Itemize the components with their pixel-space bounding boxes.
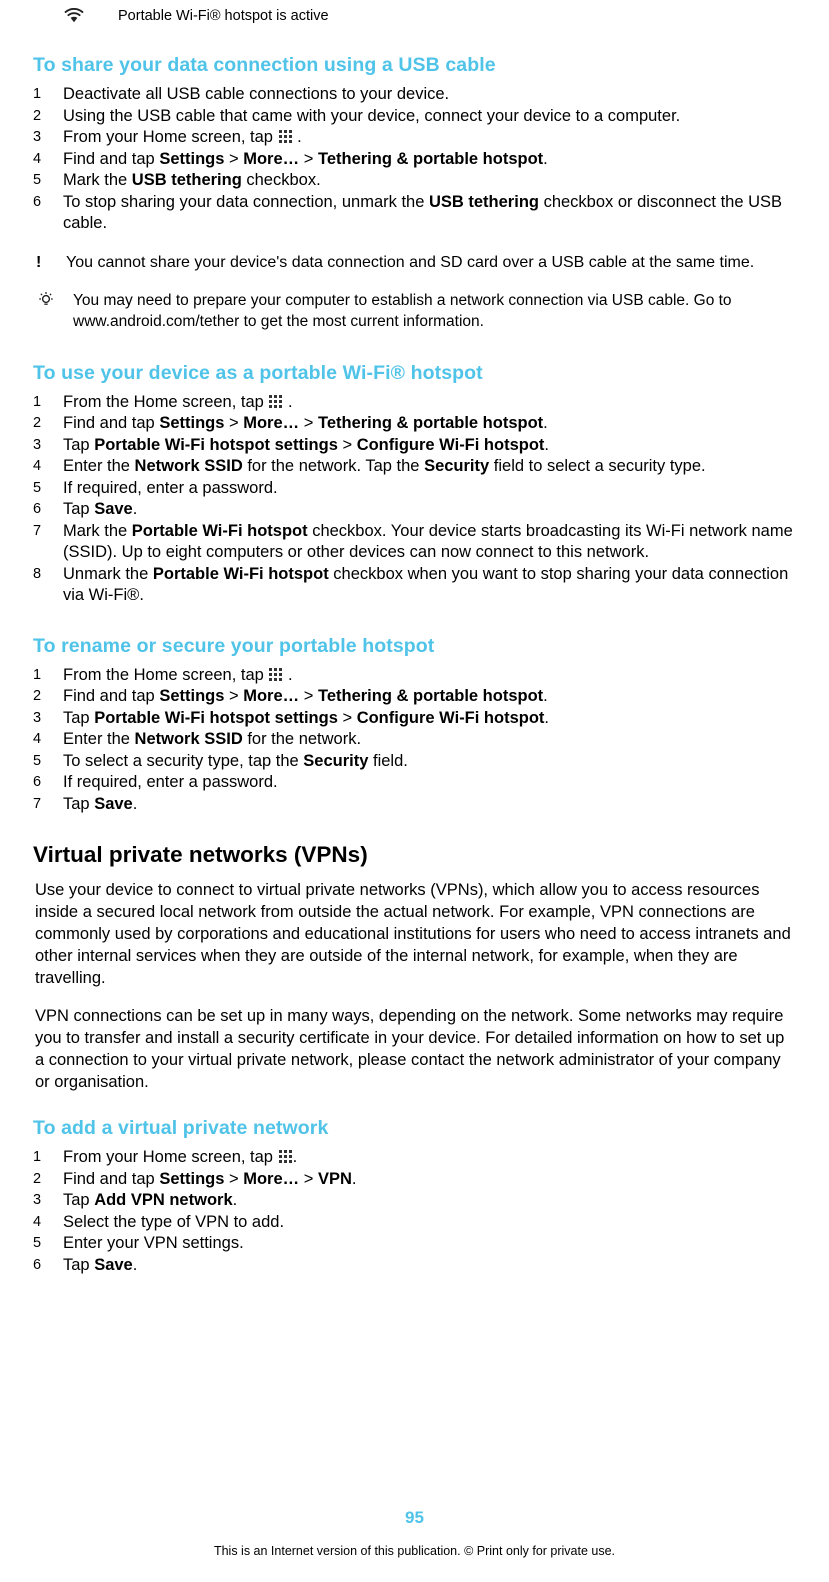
list-item: Tap Save. [33,1255,138,1276]
step-text: Select the type of VPN to add. [63,1212,285,1231]
list-item: Find and tap Settings > More… > Tetherin… [33,413,548,434]
list-item: Tap Save. [33,499,138,520]
list-item: Enter the Network SSID for the network. [33,729,362,750]
lightbulb-icon [33,291,59,309]
vpn-section-title: Virtual private networks (VPNs) [33,842,796,868]
step-text: If required, enter a password. [63,773,278,791]
paragraph: VPN connections can be set up in many wa… [35,1007,785,1091]
tip-text: You may need to prepare your computer to… [73,291,732,330]
paragraph: Use your device to connect to virtual pr… [35,881,791,987]
list-item: If required, enter a password. [33,772,796,794]
step-text: Enter your VPN settings. [63,1234,244,1252]
list-item: From your Home screen, tap . [33,1147,298,1168]
status-bar-text: Portable Wi-Fi® hotspot is active [118,8,329,24]
apps-grid-icon [278,1150,292,1163]
heading-text: To add a virtual private network [33,1117,329,1139]
list-item: Tap Portable Wi-Fi hotspot settings > Co… [33,708,550,729]
list-item: Find and tap Settings > More… > Tetherin… [33,149,548,170]
page-number: 95 [405,1508,424,1527]
list-item: From the Home screen, tap . [33,665,293,686]
list-item: Enter your VPN settings. [33,1233,796,1255]
section-heading-portable-hotspot: To use your device as a portable Wi-Fi® … [33,362,796,385]
heading-text: Virtual private networks (VPNs) [33,842,368,867]
steps-list-rename-hotspot: From the Home screen, tap . Find and tap… [33,665,796,816]
section-heading-add-vpn: To add a virtual private network [33,1117,796,1140]
list-item: Using the USB cable that came with your … [33,106,796,128]
wifi-icon [56,8,92,24]
heading-text: To share your data connection using a US… [33,54,496,76]
warning-note: ! You cannot share your device's data co… [33,252,796,273]
list-item: To stop sharing your data connection, un… [33,192,783,233]
apps-grid-icon [278,130,292,143]
document-page: Portable Wi-Fi® hotspot is active To sha… [0,0,829,1582]
list-item: From the Home screen, tap . [33,392,293,413]
steps-list-add-vpn: From your Home screen, tap . Find and ta… [33,1147,796,1276]
section-heading-usb-tether: To share your data connection using a US… [33,54,796,77]
steps-list-portable-hotspot: From the Home screen, tap . Find and tap… [33,392,796,607]
list-item: Select the type of VPN to add. [33,1212,796,1234]
list-item: From your Home screen, tap . [33,127,302,148]
list-item: Find and tap Settings > More… > VPN. [33,1169,357,1190]
list-item: Tap Save. [33,794,138,815]
vpn-intro: Use your device to connect to virtual pr… [33,879,796,1093]
apps-grid-icon [269,394,283,408]
heading-text: To use your device as a portable Wi-Fi® … [33,361,483,384]
list-item: Unmark the Portable Wi-Fi hotspot checkb… [33,564,789,605]
footer-note: This is an Internet version of this publ… [213,1544,616,1558]
tip-note: You may need to prepare your computer to… [33,290,796,332]
list-item: Tap Portable Wi-Fi hotspot settings > Co… [33,435,550,456]
warning-text: You cannot share your device's data conn… [66,253,755,271]
status-bar: Portable Wi-Fi® hotspot is active [33,0,796,30]
list-item: Tap Add VPN network. [33,1190,238,1211]
list-item: To select a security type, tap the Secur… [33,751,408,772]
step-text: Using the USB cable that came with your … [63,106,681,125]
section-heading-rename-hotspot: To rename or secure your portable hotspo… [33,635,796,658]
list-item: Enter the Network SSID for the network. … [33,456,706,477]
step-text: If required, enter a password. [63,478,278,497]
heading-text: To rename or secure your portable hotspo… [33,634,435,657]
list-item: If required, enter a password. [33,478,796,500]
list-item: Deactivate all USB cable connections to … [33,84,796,106]
list-item: Mark the USB tethering checkbox. [33,170,321,191]
steps-list-usb-tether: Deactivate all USB cable connections to … [33,84,796,235]
step-text: Deactivate all USB cable connections to … [63,85,450,103]
list-item: Find and tap Settings > More… > Tetherin… [33,686,548,707]
apps-grid-icon [269,667,283,681]
warning-icon: ! [36,253,42,271]
list-item: Mark the Portable Wi-Fi hotspot checkbox… [33,521,793,562]
